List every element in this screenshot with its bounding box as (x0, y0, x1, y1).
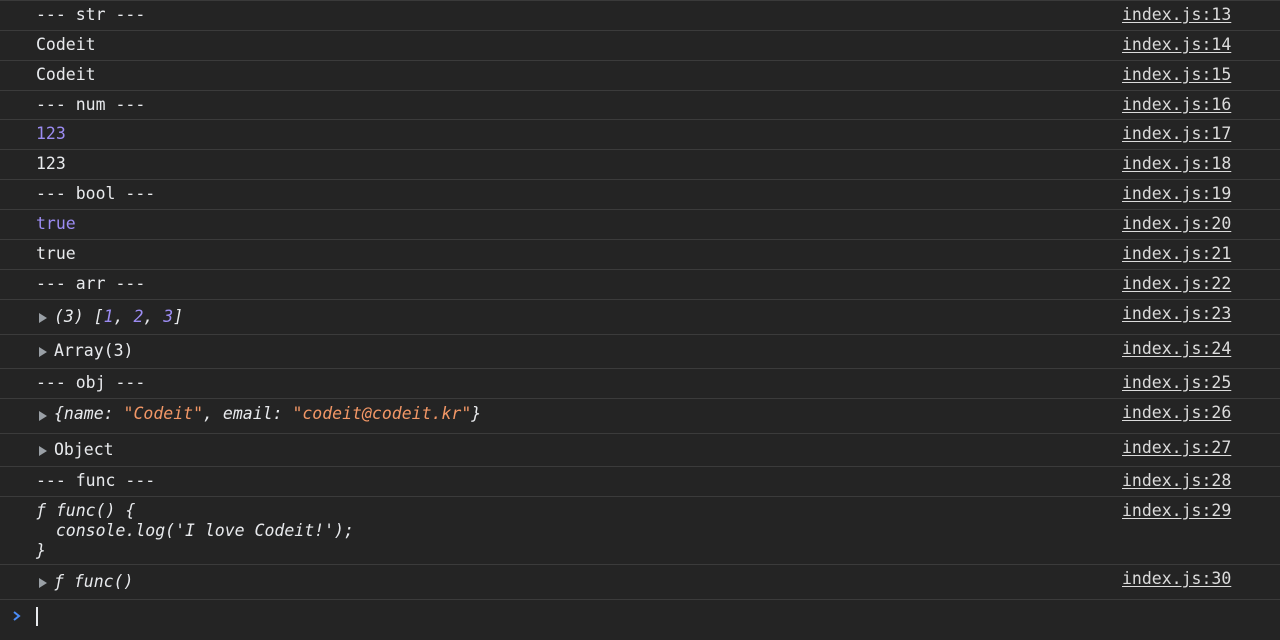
console-message: 123 index.js:17 (0, 120, 1280, 150)
source-link[interactable]: index.js:22 (1122, 274, 1231, 294)
triangle-right-icon[interactable] (39, 578, 47, 588)
console-message: --- func --- index.js:28 (0, 467, 1280, 497)
message-text: 123 (36, 154, 66, 173)
console-message: Codeit index.js:14 (0, 31, 1280, 61)
console-message: --- arr --- index.js:22 (0, 270, 1280, 300)
chevron-right-icon (13, 611, 21, 621)
message-text: --- bool --- (36, 184, 156, 203)
text-cursor (36, 607, 38, 626)
console-message: --- str --- index.js:13 (0, 1, 1280, 31)
source-link[interactable]: index.js:25 (1122, 373, 1231, 393)
triangle-right-icon[interactable] (39, 347, 47, 357)
source-link[interactable]: index.js:15 (1122, 65, 1231, 85)
message-text: --- str --- (36, 5, 146, 24)
console-message: 123 index.js:18 (0, 150, 1280, 180)
console-message: --- num --- index.js:16 (0, 91, 1280, 120)
source-link[interactable]: index.js:18 (1122, 154, 1231, 174)
console-message: Codeit index.js:15 (0, 61, 1280, 91)
console-message-expandable[interactable]: ƒ func() index.js:30 (0, 565, 1280, 600)
message-text: --- obj --- (36, 373, 146, 392)
console-message-expandable[interactable]: Array(3) index.js:24 (0, 335, 1280, 369)
message-text: --- arr --- (36, 274, 146, 293)
console-message-expandable[interactable]: {name: "Codeit", email: "codeit@codeit.k… (0, 399, 1280, 434)
triangle-right-icon[interactable] (39, 411, 47, 421)
source-link[interactable]: index.js:28 (1122, 471, 1231, 491)
message-text: Codeit (36, 65, 96, 84)
console-panel: --- str --- index.js:13 Codeit index.js:… (0, 0, 1280, 640)
console-message: true index.js:20 (0, 210, 1280, 240)
object-summary: Object (54, 440, 114, 459)
source-link[interactable]: index.js:21 (1122, 244, 1231, 264)
array-preview: (3) [1, 2, 3] (54, 307, 184, 326)
console-message: --- bool --- index.js:19 (0, 180, 1280, 210)
triangle-right-icon[interactable] (39, 446, 47, 456)
source-link[interactable]: index.js:13 (1122, 5, 1231, 25)
array-summary: Array(3) (54, 341, 134, 360)
source-link[interactable]: index.js:26 (1122, 403, 1231, 423)
object-preview: {name: "Codeit", email: "codeit@codeit.k… (54, 404, 482, 423)
function-summary: ƒ func() (54, 572, 134, 591)
boolean-value: true (36, 214, 76, 233)
source-link[interactable]: index.js:19 (1122, 184, 1231, 204)
console-prompt[interactable] (0, 600, 1280, 638)
function-source: ƒ func() { console.log('I love Codeit!')… (36, 501, 354, 560)
source-link[interactable]: index.js:24 (1122, 339, 1231, 359)
source-link[interactable]: index.js:20 (1122, 214, 1231, 234)
source-link[interactable]: index.js:17 (1122, 124, 1231, 144)
triangle-right-icon[interactable] (39, 313, 47, 323)
console-message: --- obj --- index.js:25 (0, 369, 1280, 399)
number-value: 123 (36, 124, 66, 143)
source-link[interactable]: index.js:23 (1122, 304, 1231, 324)
console-message: true index.js:21 (0, 240, 1280, 270)
source-link[interactable]: index.js:29 (1122, 501, 1231, 521)
message-text: --- num --- (36, 95, 146, 114)
source-link[interactable]: index.js:16 (1122, 95, 1231, 115)
console-message-expandable[interactable]: Object index.js:27 (0, 434, 1280, 467)
message-text: true (36, 244, 76, 263)
source-link[interactable]: index.js:27 (1122, 438, 1231, 458)
source-link[interactable]: index.js:30 (1122, 569, 1231, 589)
message-text: Codeit (36, 35, 96, 54)
console-message-expandable[interactable]: (3) [1, 2, 3] index.js:23 (0, 300, 1280, 335)
console-message: ƒ func() { console.log('I love Codeit!')… (0, 497, 1280, 565)
source-link[interactable]: index.js:14 (1122, 35, 1231, 55)
message-text: --- func --- (36, 471, 156, 490)
